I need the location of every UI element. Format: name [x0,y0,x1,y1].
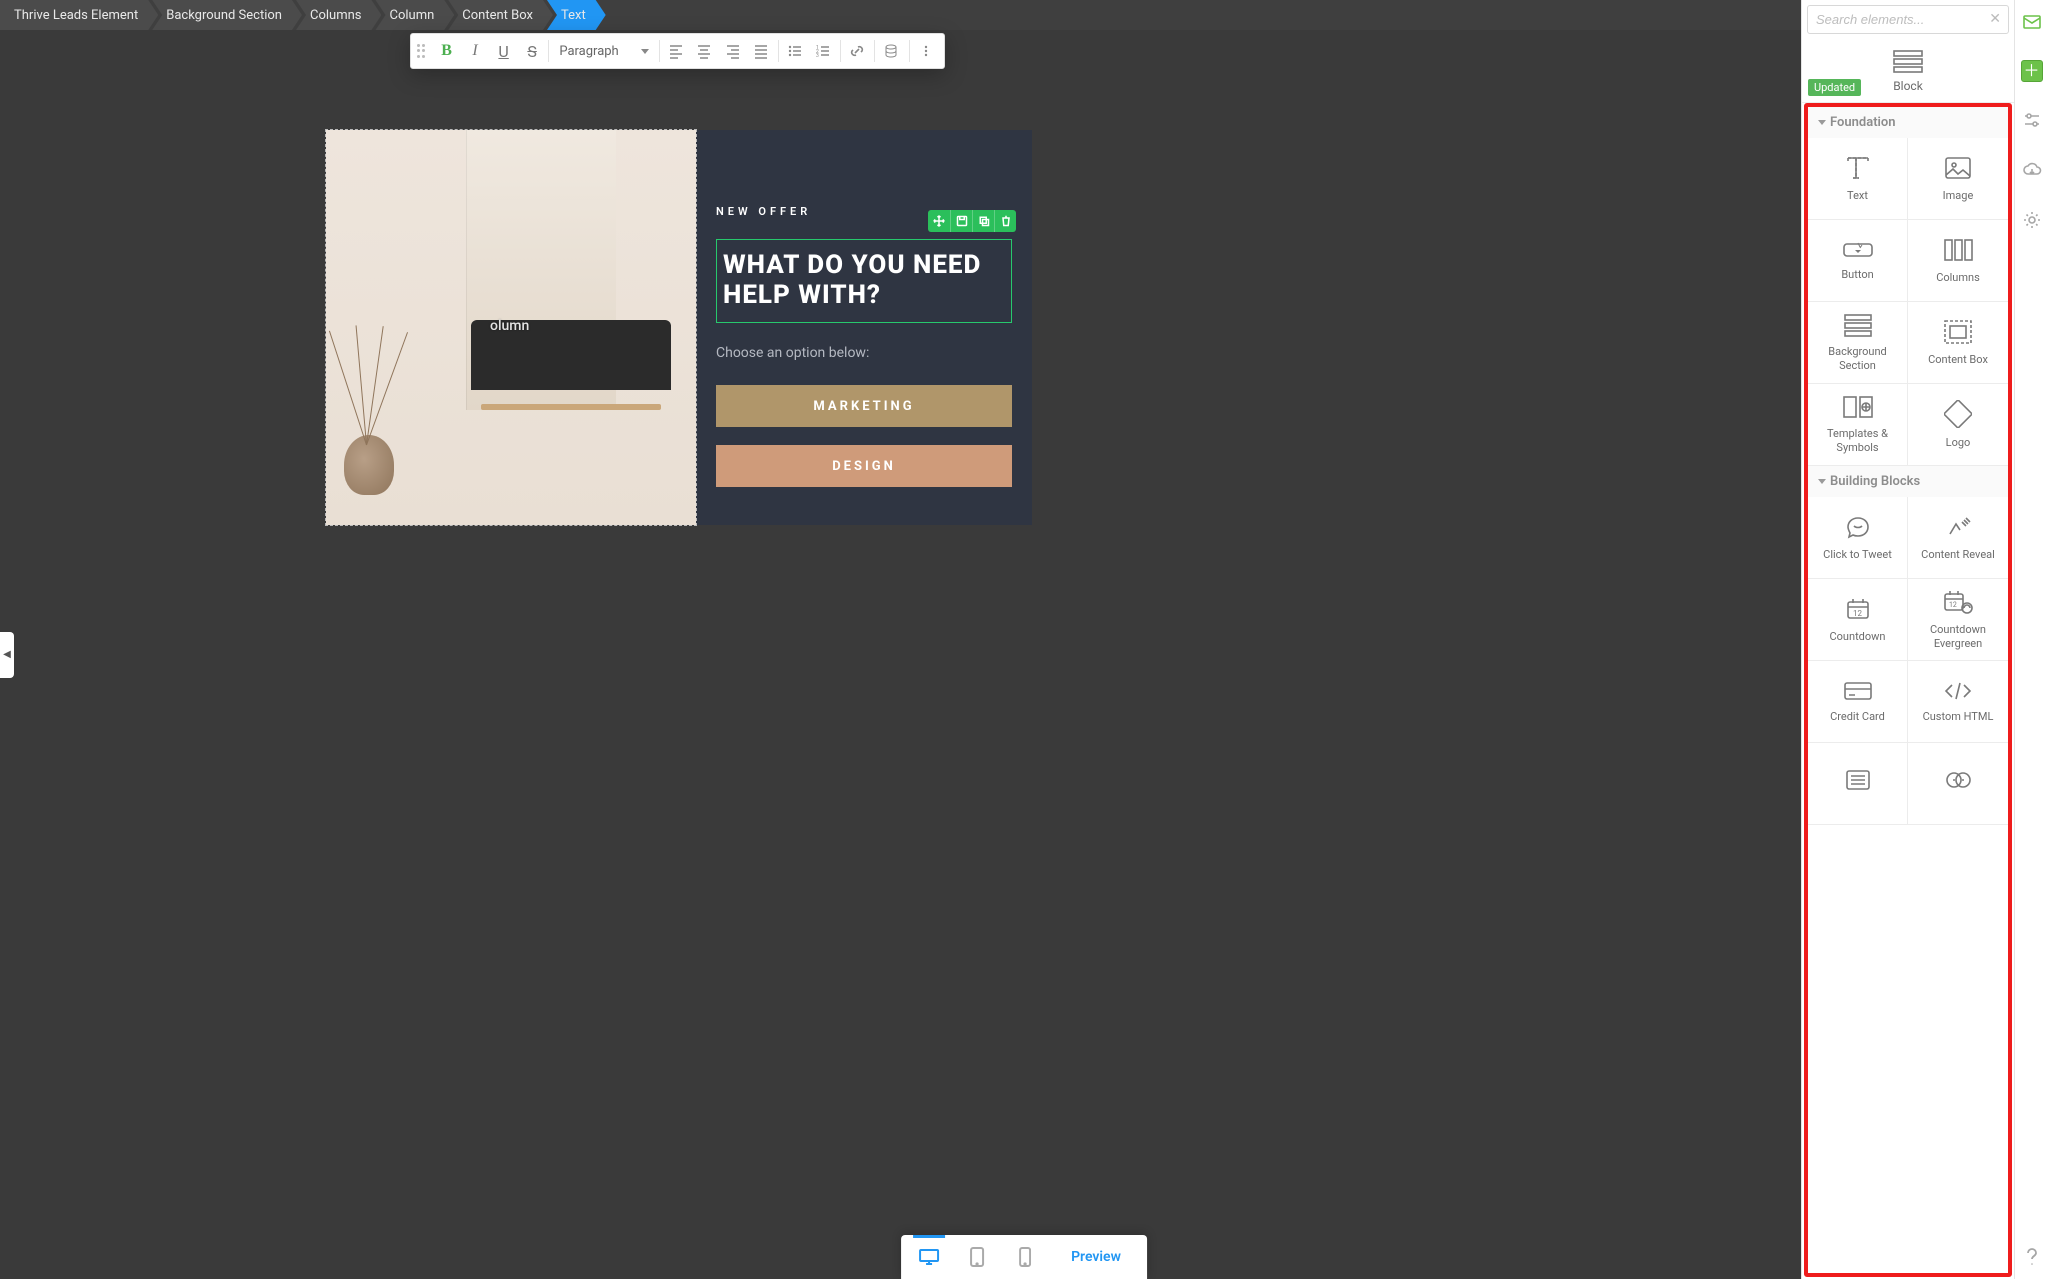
selection-toolbar [928,210,1016,232]
preview-widget: olumn NEW OFFER WHAT DO YOU NEED HELP WI… [326,130,1032,525]
element-tile-logo[interactable]: Logo [1908,384,2008,466]
strikethrough-button[interactable]: S [520,38,545,64]
element-tile-content-box[interactable]: Content Box [1908,302,2008,384]
chevron-down-icon [1818,120,1826,125]
duplicate-icon[interactable] [972,210,994,232]
drag-handle-icon[interactable] [417,40,428,62]
move-icon[interactable] [928,210,950,232]
right-sidebar: ✕ Updated Block Foundation Text I [1801,0,2048,1279]
element-tile-countdown-evergreen[interactable]: 12 Countdown Evergreen [1908,579,2008,661]
align-justify-button[interactable] [749,38,774,64]
element-tile-click-to-tweet[interactable]: Click to Tweet [1808,497,1908,579]
svg-text:12: 12 [1949,601,1957,609]
widget-label[interactable]: NEW OFFER [716,205,811,221]
elements-search: ✕ [1807,5,2009,34]
editor-canvas[interactable]: ◀ olumn NEW OFFER WHAT DO YOU NEED HELP … [0,30,2048,1279]
align-center-button[interactable] [692,38,717,64]
link-button[interactable] [845,38,870,64]
more-button[interactable] [914,38,939,64]
element-tile-background-section[interactable]: Background Section [1808,302,1908,384]
element-tile-image[interactable]: Image [1908,138,2008,220]
paragraph-format-select[interactable]: Paragraph [553,40,654,63]
widget-content-column: NEW OFFER WHAT DO YOU NEED HELP WITH? Ch… [696,130,1032,525]
svg-text:12: 12 [1853,609,1862,618]
breadcrumb-bar: Thrive Leads Element Background Section … [0,0,2048,30]
align-right-button[interactable] [721,38,746,64]
widget-button-design[interactable]: DESIGN [716,445,1012,487]
breadcrumb-item[interactable]: Column [375,0,454,30]
device-tablet-button[interactable] [953,1239,1001,1275]
updated-badge: Updated [1808,79,1861,96]
element-tile-custom-html[interactable]: Custom HTML [1908,661,2008,743]
save-icon[interactable] [950,210,972,232]
section-foundation-header[interactable]: Foundation [1808,107,2008,138]
element-tile-templates-symbols[interactable]: Templates & Symbols [1808,384,1908,466]
element-tile-text[interactable]: Text [1808,138,1908,220]
device-mobile-button[interactable] [1001,1239,1049,1275]
element-tile-extra-b[interactable] [1908,743,2008,825]
breadcrumb-item[interactable]: Background Section [152,0,302,30]
breadcrumb-item[interactable]: Content Box [448,0,553,30]
vertical-toolbar: ＋ [2014,0,2048,1279]
gear-icon[interactable] [2020,208,2044,232]
element-tile-credit-card[interactable]: Credit Card [1808,661,1908,743]
clear-search-icon[interactable]: ✕ [1989,11,2001,27]
chevron-down-icon [641,49,649,54]
element-tile-countdown[interactable]: 12 Countdown [1808,579,1908,661]
widget-heading-selected[interactable]: WHAT DO YOU NEED HELP WITH? [716,239,1012,323]
elements-search-input[interactable] [1807,5,2009,34]
breadcrumb-item[interactable]: Columns [296,0,382,30]
element-tile-extra-a[interactable] [1808,743,1908,825]
cloud-download-icon[interactable] [2020,158,2044,182]
widget-heading-text: WHAT DO YOU NEED HELP WITH? [723,250,981,310]
tile-label: Block [1893,79,1923,93]
sliders-icon[interactable] [2020,108,2044,132]
elements-panel: ✕ Updated Block Foundation Text I [1801,0,2014,1279]
section-building-blocks-header[interactable]: Building Blocks [1808,466,2008,497]
breadcrumb-item[interactable]: Thrive Leads Element [0,0,158,30]
section-title: Foundation [1830,115,1896,130]
mail-icon[interactable] [2020,10,2044,34]
help-icon[interactable] [2020,1245,2044,1269]
device-desktop-button[interactable] [905,1239,953,1275]
paragraph-format-value: Paragraph [559,44,618,59]
align-left-button[interactable] [664,38,689,64]
widget-image-column[interactable]: olumn [326,130,696,525]
element-tile-content-reveal[interactable]: Content Reveal [1908,497,2008,579]
breadcrumbs: Thrive Leads Element Background Section … [0,0,600,30]
bold-button[interactable]: B [434,38,459,64]
elements-highlight-box: Foundation Text Image Button Columns [1804,103,2012,1277]
svg-text:3: 3 [816,53,819,59]
database-button[interactable] [879,38,904,64]
element-tile-columns[interactable]: Columns [1908,220,2008,302]
text-editor-toolbar: B I U S Paragraph 123 [410,33,945,69]
ordered-list-button[interactable]: 123 [811,38,836,64]
italic-button[interactable]: I [463,38,488,64]
element-tile-button[interactable]: Button [1808,220,1908,302]
section-title: Building Blocks [1830,474,1920,489]
left-panel-toggle[interactable]: ◀ [0,632,14,678]
device-preview-bar: Preview [901,1235,1147,1279]
unordered-list-button[interactable] [783,38,808,64]
underline-button[interactable]: U [491,38,516,64]
widget-subtext[interactable]: Choose an option below: [716,345,1012,361]
add-element-button[interactable]: ＋ [2021,60,2043,82]
column-placeholder-label: olumn [490,318,529,334]
breadcrumb-item-active[interactable]: Text [547,0,606,30]
delete-icon[interactable] [994,210,1016,232]
widget-button-marketing[interactable]: MARKETING [716,385,1012,427]
preview-button[interactable]: Preview [1049,1239,1143,1275]
chevron-down-icon [1818,479,1826,484]
